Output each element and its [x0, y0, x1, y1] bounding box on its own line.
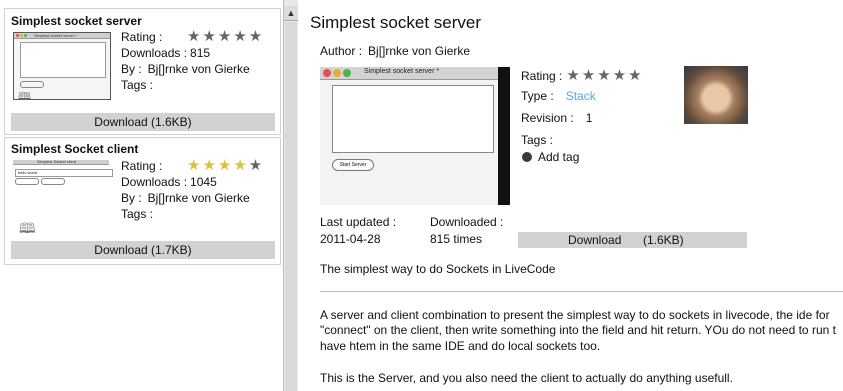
stack-screenshot[interactable]: Simplest socket server * Start Server	[320, 67, 510, 205]
description-line: A server and client combination to prese…	[320, 308, 830, 322]
downloaded-label: Downloaded :	[430, 215, 504, 229]
rating-stars[interactable]: ★★★★★	[566, 67, 643, 84]
summary-text: The simplest way to do Sockets in LiveCo…	[320, 262, 556, 276]
download-button[interactable]: Download (1.6KB)	[11, 113, 275, 131]
item-title[interactable]: Simplest Socket client	[11, 142, 138, 156]
add-tag-button[interactable]: Add tag	[522, 150, 579, 164]
download-button[interactable]: Download (1.7KB)	[11, 241, 275, 259]
description-line: "connect" on the client, then write some…	[320, 323, 836, 337]
tags-label: Tags :	[521, 133, 554, 147]
download-button[interactable]: Download (1.6KB)	[518, 232, 747, 248]
item-title[interactable]: Simplest socket server	[11, 14, 142, 28]
type-link[interactable]: Stack	[566, 89, 596, 103]
last-updated-value: 2011-04-28	[320, 232, 381, 246]
rating-stars[interactable]: ★★★★★	[187, 28, 264, 45]
rating-stars[interactable]: ★★★★★	[187, 157, 264, 174]
description-line: This is the Server, and you also need th…	[320, 371, 733, 385]
downloaded-value: 815 times	[430, 232, 483, 246]
type-row: Type : Stack	[521, 89, 596, 103]
list-item[interactable]: Simplest Socket client Simplest Socket c…	[4, 137, 281, 265]
rating-row: Rating : ★★★★★	[521, 67, 644, 84]
divider	[320, 291, 843, 292]
detail-title: Simplest socket server	[310, 13, 481, 32]
item-thumbnail[interactable]: Simplest socket server * 🕮	[13, 32, 111, 103]
book-icon: 🕮	[18, 91, 31, 103]
scroll-thumb[interactable]	[285, 22, 297, 391]
book-icon: 🕮	[19, 220, 36, 236]
list-item[interactable]: Simplest socket server Simplest socket s…	[4, 8, 281, 135]
author-avatar	[684, 66, 748, 124]
revision-row: Revision :1	[521, 111, 593, 125]
list-scrollbar[interactable]: ▲	[283, 0, 299, 391]
author-row: Author : Bj[]rnke von Gierke	[320, 44, 471, 58]
item-meta: Rating : ★★★★★ Downloads :1045 By : Bj[]rn…	[121, 157, 265, 222]
description-line: have htem in the same IDE and do local s…	[320, 339, 601, 353]
item-meta: Rating : ★★★★★ Downloads :815 By : Bj[]rnk…	[121, 28, 265, 93]
stack-detail-panel: Simplest socket server Author : Bj[]rnke …	[298, 0, 843, 391]
add-circle-icon[interactable]	[522, 152, 532, 162]
up-arrow-icon[interactable]: ▲	[284, 6, 298, 21]
last-updated-label: Last updated :	[320, 215, 397, 229]
item-thumbnail[interactable]: Simplest Socket client hello world	[13, 159, 113, 185]
stack-list-panel: Simplest socket server Simplest socket s…	[0, 0, 281, 391]
